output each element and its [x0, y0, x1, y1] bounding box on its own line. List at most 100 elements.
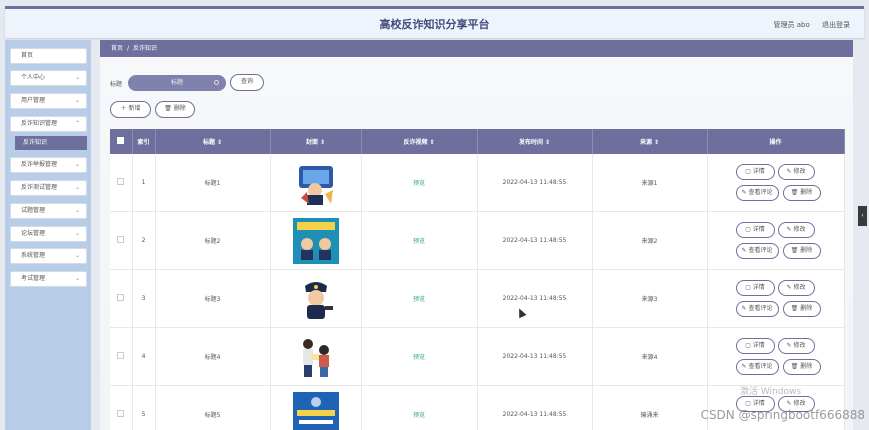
sidebar-subitem-knowledge[interactable]: 反诈知识 [15, 136, 87, 150]
view-comments-button[interactable]: ✎ 查看评论 [735, 359, 779, 375]
column-header-cover[interactable]: 封面 ⇕ [270, 129, 362, 154]
row-checkbox[interactable] [117, 410, 125, 417]
cell-title: 标题4 [155, 327, 271, 386]
sidebar-item-system[interactable]: 系统管理 ⌄ [10, 248, 87, 264]
cell-actions: ▢ 详情 ✎ 修改 ✎ 查看评论 🗑 删除 [707, 154, 845, 212]
cell-time: 2022-04-13 11:48:55 [477, 154, 593, 212]
video-preview-link[interactable]: 预览 [413, 354, 425, 361]
row-delete-button[interactable]: 🗑 删除 [782, 243, 821, 259]
select-all-checkbox[interactable] [117, 137, 125, 144]
chevron-down-icon: ⌄ [74, 74, 80, 81]
detail-button[interactable]: ▢ 详情 [735, 222, 775, 238]
cell-time: 2022-04-13 11:48:55 [477, 269, 593, 328]
chevron-down-icon: ⌄ [74, 252, 80, 259]
cell-video: 预览 [361, 154, 478, 212]
row-checkbox[interactable] [117, 352, 125, 359]
sidebar-item-knowledge[interactable]: 反诈知识管理 ⌃ [10, 116, 87, 132]
cell-cover [270, 211, 362, 270]
main-content: 首页 / 反诈知识 标题 标题 查询 ＋ 新增 🗑 删除 索引 标题 ⇕ 封面 ⇕ … [100, 40, 853, 430]
chevron-up-icon: ⌃ [74, 120, 80, 127]
edit-button[interactable]: ✎ 修改 [777, 280, 815, 296]
current-user-label: 管理员 abo [773, 21, 810, 29]
breadcrumb-current: 反诈知识 [133, 45, 158, 52]
sidebar-item-label: 反诈测试管理 [21, 184, 58, 191]
video-preview-link[interactable]: 预览 [413, 412, 425, 419]
detail-button[interactable]: ▢ 详情 [735, 164, 775, 180]
cell-video: 预览 [361, 385, 478, 430]
sidebar-item-questions[interactable]: 试题管理 ⌄ [10, 203, 87, 219]
edit-button[interactable]: ✎ 修改 [777, 222, 815, 238]
csdn-watermark: CSDN @springbootf666888 [700, 408, 865, 422]
row-checkbox[interactable] [117, 236, 125, 243]
delete-button[interactable]: 🗑 删除 [155, 101, 195, 118]
sidebar-item-label: 用户管理 [21, 97, 46, 104]
cell-index: 5 [132, 385, 156, 430]
sidebar-item-label: 个人中心 [21, 74, 46, 81]
sidebar-item-label: 试题管理 [21, 207, 46, 214]
cover-image-blue-poster [292, 391, 339, 430]
column-header-video[interactable]: 反诈视频 ⇕ [361, 129, 478, 154]
cell-index: 3 [132, 269, 156, 328]
column-header-index: 索引 [132, 129, 156, 154]
cell-cover [270, 327, 362, 386]
row-delete-button[interactable]: 🗑 删除 [782, 301, 821, 317]
breadcrumb-home[interactable]: 首页 [111, 45, 123, 52]
cell-cover [270, 154, 362, 212]
sidebar-item-users[interactable]: 用户管理 ⌄ [10, 93, 87, 109]
table-row: 1 标题1 预览 2022-04-13 11:48:55 来源1 ▢ 详情 ✎ … [110, 154, 845, 212]
chevron-down-icon: ⌄ [74, 97, 80, 104]
cell-title: 标题1 [155, 154, 271, 212]
sidebar-item-label: 反诈知识管理 [21, 120, 58, 127]
video-preview-link[interactable]: 预览 [413, 238, 425, 245]
row-delete-button[interactable]: 🗑 删除 [782, 359, 821, 375]
cell-actions: ▢ 详情 ✎ 修改 ✎ 查看评论 🗑 删除 [707, 327, 845, 386]
app-title: 高校反诈知识分享平台 [379, 18, 490, 31]
sidebar-item-home[interactable]: 首页 [10, 48, 87, 64]
detail-button[interactable]: ▢ 详情 [735, 280, 775, 296]
chevron-down-icon: ⌄ [74, 230, 80, 237]
detail-button[interactable]: ▢ 详情 [735, 338, 775, 354]
cell-index: 2 [132, 211, 156, 270]
cell-video: 预览 [361, 269, 478, 328]
sidebar-item-exam[interactable]: 考试管理 ⌄ [10, 271, 87, 287]
table-row: 2 标题2 预览 2022-04-13 11:48:55 来源2 ▢ 详情 ✎ … [110, 211, 845, 270]
view-comments-button[interactable]: ✎ 查看评论 [735, 301, 779, 317]
add-button[interactable]: ＋ 新增 [110, 101, 151, 118]
sidebar-item-label: 首页 [21, 52, 34, 59]
row-delete-button[interactable]: 🗑 删除 [782, 185, 821, 201]
column-header-time[interactable]: 发布时间 ⇕ [477, 129, 593, 154]
top-header: 高校反诈知识分享平台 管理员 abo 退出登录 [5, 6, 864, 38]
column-header-title[interactable]: 标题 ⇕ [155, 129, 271, 154]
sidebar-item-report[interactable]: 反诈举报管理 ⌄ [10, 157, 87, 173]
sidebar-item-profile[interactable]: 个人中心 ⌄ [10, 70, 87, 86]
edit-button[interactable]: ✎ 修改 [777, 164, 815, 180]
search-button[interactable]: 查询 [230, 74, 264, 91]
sidebar-item-test[interactable]: 反诈测试管理 ⌄ [10, 180, 87, 196]
video-preview-link[interactable]: 预览 [413, 296, 425, 303]
cell-cover [270, 269, 362, 328]
breadcrumb-separator: / [127, 45, 130, 52]
view-comments-button[interactable]: ✎ 查看评论 [735, 185, 779, 201]
cell-source: 来源3 [592, 269, 708, 328]
column-header-source[interactable]: 来源 ⇕ [592, 129, 708, 154]
side-panel-handle[interactable]: ‹ [858, 206, 867, 226]
user-info: 管理员 abo 退出登录 [774, 20, 850, 30]
view-comments-button[interactable]: ✎ 查看评论 [735, 243, 779, 259]
select-all-cell[interactable] [110, 129, 133, 154]
cell-source: 输涌来 [592, 385, 708, 430]
row-checkbox[interactable] [117, 294, 125, 301]
search-input[interactable]: 标题 [128, 75, 226, 91]
edit-button[interactable]: ✎ 修改 [777, 338, 815, 354]
breadcrumb: 首页 / 反诈知识 [100, 40, 853, 57]
cell-source: 来源1 [592, 154, 708, 212]
logout-link[interactable]: 退出登录 [822, 21, 850, 29]
row-checkbox[interactable] [117, 178, 125, 185]
table-row: 4 标题4 预览 2022-04-13 11:48:55 来源4 ▢ 详情 ✎ … [110, 327, 845, 386]
chevron-down-icon: ⌄ [74, 161, 80, 168]
sidebar-item-forum[interactable]: 论坛管理 ⌄ [10, 226, 87, 242]
cell-actions: ▢ 详情 ✎ 修改 ✎ 查看评论 🗑 删除 [707, 211, 845, 270]
cell-time: 2022-04-13 11:48:55 [477, 327, 593, 386]
cell-video: 预览 [361, 211, 478, 270]
chevron-down-icon: ⌄ [74, 207, 80, 214]
video-preview-link[interactable]: 预览 [413, 180, 425, 187]
